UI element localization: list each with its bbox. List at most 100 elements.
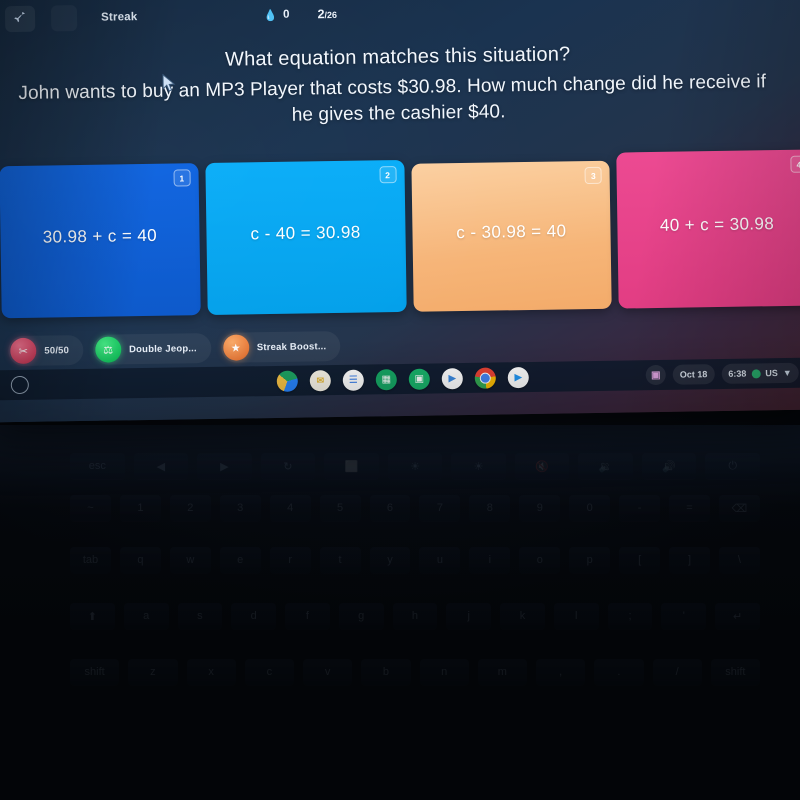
keyboard-key: ⬜ <box>324 453 379 479</box>
answer-tile-4[interactable]: 4 40 + c = 30.98 <box>616 149 800 309</box>
keyboard-key: p <box>569 547 611 573</box>
laptop-keyboard: esc ◀ ▶ ↻ ⬜ ☀ ☀ 🔇 🔉 🔊 ⏻ ~1 2 3 4 5 6 7 8 9 0- = ⌫ tab q w e r t y u i… <box>0 425 800 800</box>
answer-tiles: 1 30.98 + c = 40 2 c - 40 = 30.98 3 c - … <box>0 149 800 319</box>
keyboard-key: . <box>594 659 644 685</box>
question-body: John wants to buy an MP3 Player that cos… <box>0 69 800 133</box>
powerup-streak-boost-label: Streak Boost... <box>256 340 327 353</box>
keyboard-key: ⏻ <box>705 453 761 479</box>
keyboard-key: ◀ <box>133 453 189 479</box>
answer-number-1: 1 <box>173 169 191 187</box>
keyboard-key: esc <box>70 453 125 479</box>
keyboard-key: 🔊 <box>641 453 697 479</box>
answer-number-2: 2 <box>378 166 397 184</box>
keyboard-key: ↻ <box>260 453 316 479</box>
keyboard-key: u <box>419 547 461 573</box>
keyboard-row: ~1 2 3 4 5 6 7 8 9 0- = ⌫ <box>70 495 760 521</box>
keyboard-key: ; <box>607 603 653 629</box>
keyboard-key: 5 <box>319 495 361 521</box>
laptop-screen: Streak 💧 0 2/26 What equation matches th… <box>0 0 800 423</box>
play-store-icon[interactable]: ▶ <box>507 366 529 388</box>
keyboard-key: c <box>244 659 294 685</box>
keyboard-key: \ <box>718 547 760 573</box>
keyboard-key: - <box>619 495 661 521</box>
keyboard-key: i <box>469 547 511 573</box>
answer-text-4: 40 + c = 30.98 <box>659 214 775 235</box>
keyboard-key: ⌫ <box>718 495 760 521</box>
keyboard-key: ] <box>669 547 710 573</box>
answer-tile-3[interactable]: 3 c - 30.98 = 40 <box>410 160 612 312</box>
tray-date: Oct 18 <box>679 369 708 380</box>
keyboard-key: ~ <box>70 495 111 521</box>
answer-number-4: 4 <box>790 155 800 173</box>
status-pill[interactable]: 6:38 US ▼ <box>721 362 799 384</box>
google-meet-icon[interactable]: ▶ <box>441 367 463 389</box>
powerups-bar: ✂ 50/50 ⚖ Double Jeop... ★ Streak Boost.… <box>8 330 341 367</box>
keyboard-key: 🔉 <box>578 453 633 479</box>
streak-boost-icon: ★ <box>222 334 250 361</box>
keyboard-key: g <box>338 603 384 629</box>
answer-text-3: c - 30.98 = 40 <box>456 221 567 243</box>
keyboard-row: tab q w e r t y u i o p [] \ <box>70 547 760 573</box>
keyboard-key: 8 <box>469 495 511 521</box>
keyboard-key: ☀ <box>451 453 506 479</box>
keyboard-key: , <box>536 659 586 685</box>
powerup-double-jeopardy[interactable]: ⚖ Double Jeop... <box>92 332 212 365</box>
flame-icon: 💧 <box>263 9 278 22</box>
keyboard-key: j <box>446 603 492 629</box>
keyboard-key: 2 <box>169 495 211 521</box>
keyboard-key: 7 <box>419 495 461 521</box>
keyboard-key: o <box>519 547 561 573</box>
answer-text-2: c - 40 = 30.98 <box>250 222 361 244</box>
keyboard-key: q <box>119 547 161 573</box>
question-counter: 2/26 <box>317 7 337 21</box>
double-jeopardy-icon: ⚖ <box>94 336 122 363</box>
keyboard-key: [ <box>619 547 661 573</box>
keyboard-key: = <box>669 495 710 521</box>
answer-tile-2[interactable]: 2 c - 40 = 30.98 <box>205 159 407 316</box>
streak-label: Streak <box>100 11 138 24</box>
keyboard-key: h <box>392 603 438 629</box>
keyboard-key: z <box>128 659 178 685</box>
powerup-streak-boost[interactable]: ★ Streak Boost... <box>220 330 341 363</box>
keyboard-row: ⬆ a s d f g h j k l; ' ↵ <box>70 603 760 629</box>
tray-time: 6:38 <box>728 368 747 379</box>
keyboard-key: s <box>177 603 223 629</box>
keyboard-key: / <box>652 659 702 685</box>
keyboard-key: x <box>186 659 236 685</box>
question-counter-total: /26 <box>324 9 338 21</box>
google-drive-icon[interactable] <box>276 370 298 392</box>
keyboard-key: ' <box>661 603 707 629</box>
keyboard-key: r <box>269 547 311 573</box>
google-sheets-icon[interactable]: ▦ <box>375 368 397 390</box>
rocket-icon[interactable] <box>4 5 36 33</box>
question-block: What equation matches this situation? Jo… <box>0 40 800 133</box>
google-docs-icon[interactable]: ☰ <box>342 369 364 391</box>
date-pill[interactable]: Oct 18 <box>672 364 715 385</box>
keyboard-key: 4 <box>269 495 311 521</box>
gmail-icon[interactable]: ✉ <box>309 369 331 391</box>
powerup-5050-label: 50/50 <box>44 344 70 357</box>
keyboard-key: l <box>553 603 599 629</box>
keyboard-row: esc ◀ ▶ ↻ ⬜ ☀ ☀ 🔇 🔉 🔊 ⏻ <box>70 453 761 479</box>
keyboard-key: b <box>361 659 411 685</box>
keyboard-key: n <box>419 659 469 685</box>
answer-number-3: 3 <box>584 166 603 185</box>
cast-icon[interactable]: ▣ <box>645 364 666 386</box>
keyboard-row: shift z x c v b n m,. / shift <box>70 659 760 685</box>
tray-keyboard-layout: US <box>765 368 778 379</box>
powerup-5050[interactable]: ✂ 50/50 <box>8 334 84 367</box>
keyboard-key: v <box>303 659 353 685</box>
chrome-icon[interactable] <box>474 367 496 389</box>
keyboard-key: tab <box>70 547 111 573</box>
avatar[interactable] <box>50 5 78 32</box>
keyboard-key: ⬆ <box>70 603 115 629</box>
google-slides-icon[interactable]: ▣ <box>408 368 430 390</box>
keyboard-key: 🔇 <box>514 453 570 479</box>
keyboard-key: shift <box>70 659 120 685</box>
keyboard-key: ↵ <box>715 603 760 629</box>
scissors-icon: ✂ <box>10 337 37 365</box>
keyboard-key: y <box>369 547 411 573</box>
answer-tile-1[interactable]: 1 30.98 + c = 40 <box>0 163 201 319</box>
laptop-photo-backdrop: esc ◀ ▶ ↻ ⬜ ☀ ☀ 🔇 🔉 🔊 ⏻ ~1 2 3 4 5 6 7 8 9 0- = ⌫ tab q w e r t y u i… <box>0 0 800 800</box>
streak-value: 0 <box>283 8 290 21</box>
